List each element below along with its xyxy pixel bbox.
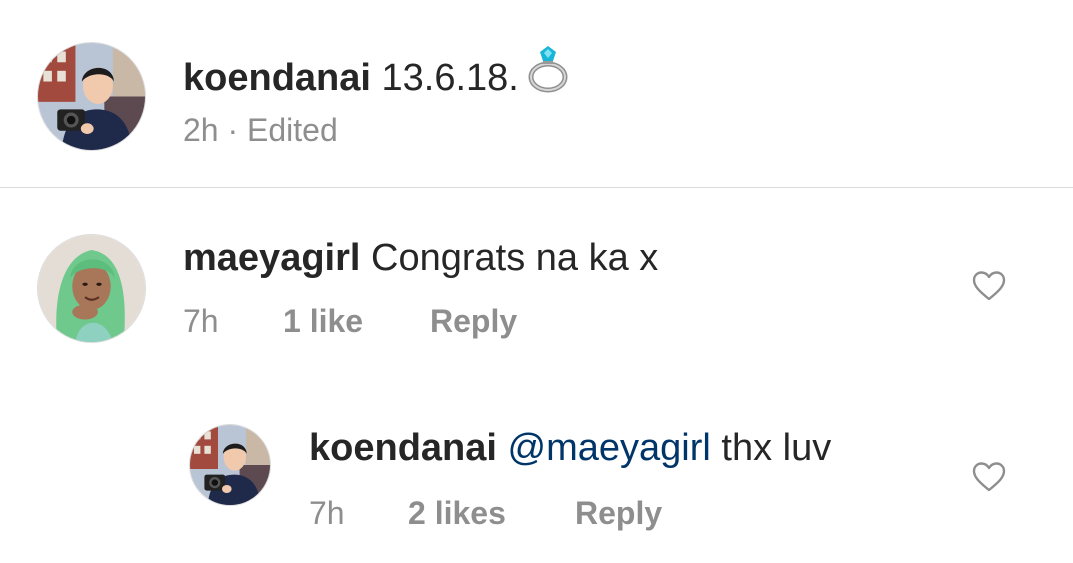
caption-divider (0, 187, 1073, 188)
profile-photo-icon (38, 43, 145, 150)
comment-time[interactable]: 7h (183, 302, 219, 340)
ring-icon (525, 44, 571, 94)
comment-username[interactable]: maeyagirl (183, 237, 360, 279)
caption-separator: · (227, 112, 239, 148)
caption-time[interactable]: 2h (183, 112, 219, 148)
comment-line: maeyagirl Congrats na ka x (183, 236, 658, 280)
reply-mention[interactable]: @maeyagirl (508, 427, 711, 469)
comment-text: Congrats na ka x (371, 237, 659, 279)
reply-time[interactable]: 7h (309, 494, 345, 532)
reply-likes[interactable]: 2 likes (408, 494, 506, 532)
reply-button[interactable]: Reply (575, 494, 662, 532)
reply-button[interactable]: Reply (430, 302, 517, 340)
caption-text: 13.6.18. (381, 57, 519, 99)
edited-label: Edited (247, 112, 338, 148)
comment-likes[interactable]: 1 like (283, 302, 363, 340)
caption-meta: 2h · Edited (183, 111, 338, 149)
post-caption: koendanai 13.6.18. 2h · Edited (0, 0, 1073, 188)
reply-line: koendanai @maeyagirl thx luv (309, 426, 831, 470)
reply-avatar[interactable] (189, 424, 271, 506)
heart-outline-icon[interactable] (971, 461, 1007, 493)
reply-username[interactable]: koendanai (309, 427, 497, 469)
comment-avatar[interactable] (37, 234, 146, 343)
reply-text: thx luv (721, 427, 832, 469)
profile-photo-icon (190, 425, 270, 505)
profile-photo-icon (38, 235, 145, 342)
caption-avatar[interactable] (37, 42, 146, 151)
caption-username[interactable]: koendanai (183, 57, 371, 99)
caption-line: koendanai 13.6.18. (183, 44, 571, 100)
heart-outline-icon[interactable] (971, 270, 1007, 302)
